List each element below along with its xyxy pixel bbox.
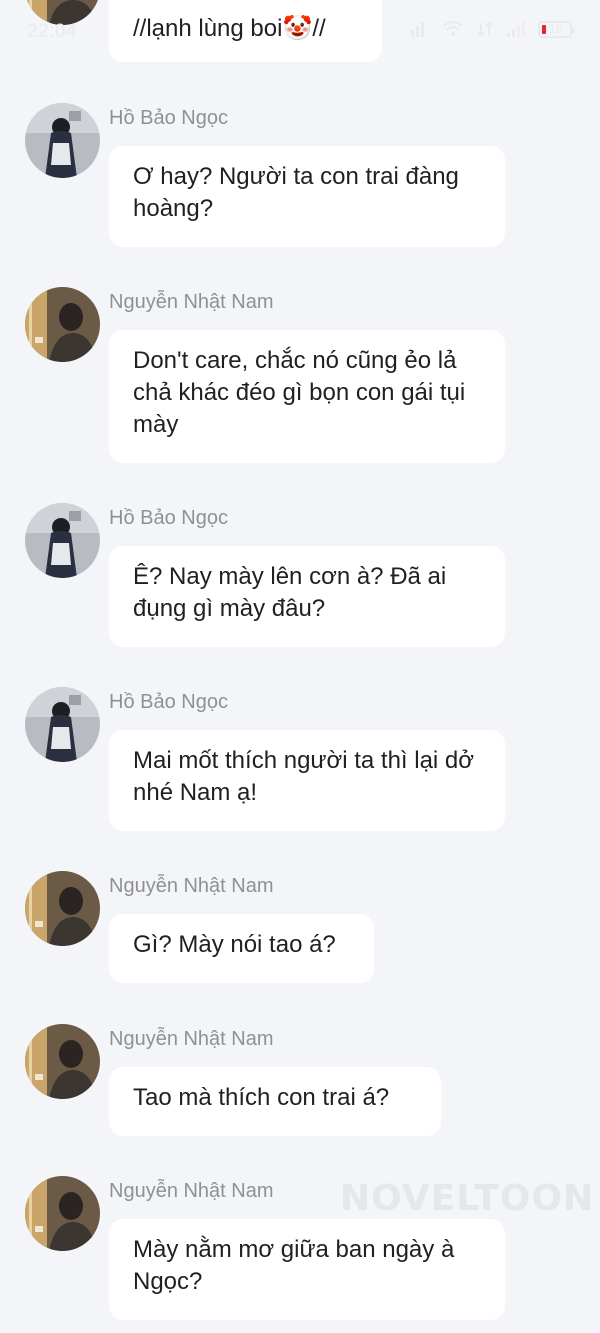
avatar-nam-image bbox=[25, 1024, 100, 1099]
avatar-ngoc-image bbox=[25, 687, 100, 762]
chat-thread[interactable]: //lạnh lùng boi🤡// Hồ Bảo Ngọc Ơ hay? Ng… bbox=[0, 0, 600, 1333]
status-time: 22:04 bbox=[27, 21, 78, 42]
avatar[interactable] bbox=[25, 1176, 100, 1251]
message-bubble[interactable]: Ơ hay? Người ta con trai đàng hoàng? bbox=[109, 146, 505, 247]
message-bubble[interactable]: Tao mà thích con trai á? bbox=[109, 1067, 441, 1136]
avatar-ngoc-image bbox=[25, 503, 100, 578]
sender-name: Nguyễn Nhật Nam bbox=[109, 291, 274, 313]
message-bubble[interactable]: Mai mốt thích người ta thì lại dở nhé Na… bbox=[109, 730, 505, 831]
message-bubble[interactable]: Mày nằm mơ giữa ban ngày à Ngọc? bbox=[109, 1219, 505, 1320]
avatar[interactable] bbox=[25, 287, 100, 362]
sender-name: Hồ Bảo Ngọc bbox=[109, 691, 228, 713]
watermark: NOVELTOON bbox=[340, 1178, 595, 1219]
message-text: Tao mà thích con trai á? bbox=[133, 1084, 390, 1111]
status-bar: 22:04 16 bbox=[0, 0, 600, 60]
avatar-nam-image bbox=[25, 1176, 100, 1251]
avatar[interactable] bbox=[25, 103, 100, 178]
sender-name: Nguyễn Nhật Nam bbox=[109, 1028, 274, 1050]
battery-icon: 16 bbox=[538, 20, 575, 38]
sender-name: Nguyễn Nhật Nam bbox=[109, 1180, 274, 1202]
message-text: Don't care, chắc nó cũng ẻo lả chả khác … bbox=[133, 347, 466, 438]
cell-signal-icon bbox=[507, 22, 525, 37]
message-bubble[interactable]: Gì? Mày nói tao á? bbox=[109, 914, 374, 983]
message-bubble[interactable]: Don't care, chắc nó cũng ẻo lả chả khác … bbox=[109, 330, 505, 463]
sender-name: Hồ Bảo Ngọc bbox=[109, 107, 228, 129]
status-icons: 16 bbox=[410, 20, 575, 38]
message-text: Ơ hay? Người ta con trai đàng hoàng? bbox=[133, 163, 459, 222]
avatar-nam-image bbox=[25, 871, 100, 946]
message-text: Ê? Nay mày lên cơn à? Đã ai đụng gì mày … bbox=[133, 563, 447, 622]
sender-name: Hồ Bảo Ngọc bbox=[109, 507, 228, 529]
avatar-nam-image bbox=[25, 287, 100, 362]
wifi-icon bbox=[443, 21, 463, 36]
message-text: Mai mốt thích người ta thì lại dở nhé Na… bbox=[133, 747, 475, 806]
signal-icon bbox=[411, 22, 424, 37]
avatar[interactable] bbox=[25, 1024, 100, 1099]
avatar[interactable] bbox=[25, 687, 100, 762]
avatar[interactable] bbox=[25, 503, 100, 578]
message-bubble[interactable]: Ê? Nay mày lên cơn à? Đã ai đụng gì mày … bbox=[109, 546, 505, 647]
message-text: Gì? Mày nói tao á? bbox=[133, 931, 336, 958]
sender-name: Nguyễn Nhật Nam bbox=[109, 875, 274, 897]
data-icon bbox=[477, 21, 493, 37]
battery-level: 16 bbox=[549, 21, 563, 36]
avatar-ngoc-image bbox=[25, 103, 100, 178]
avatar[interactable] bbox=[25, 871, 100, 946]
message-text: Mày nằm mơ giữa ban ngày à Ngọc? bbox=[133, 1236, 455, 1295]
